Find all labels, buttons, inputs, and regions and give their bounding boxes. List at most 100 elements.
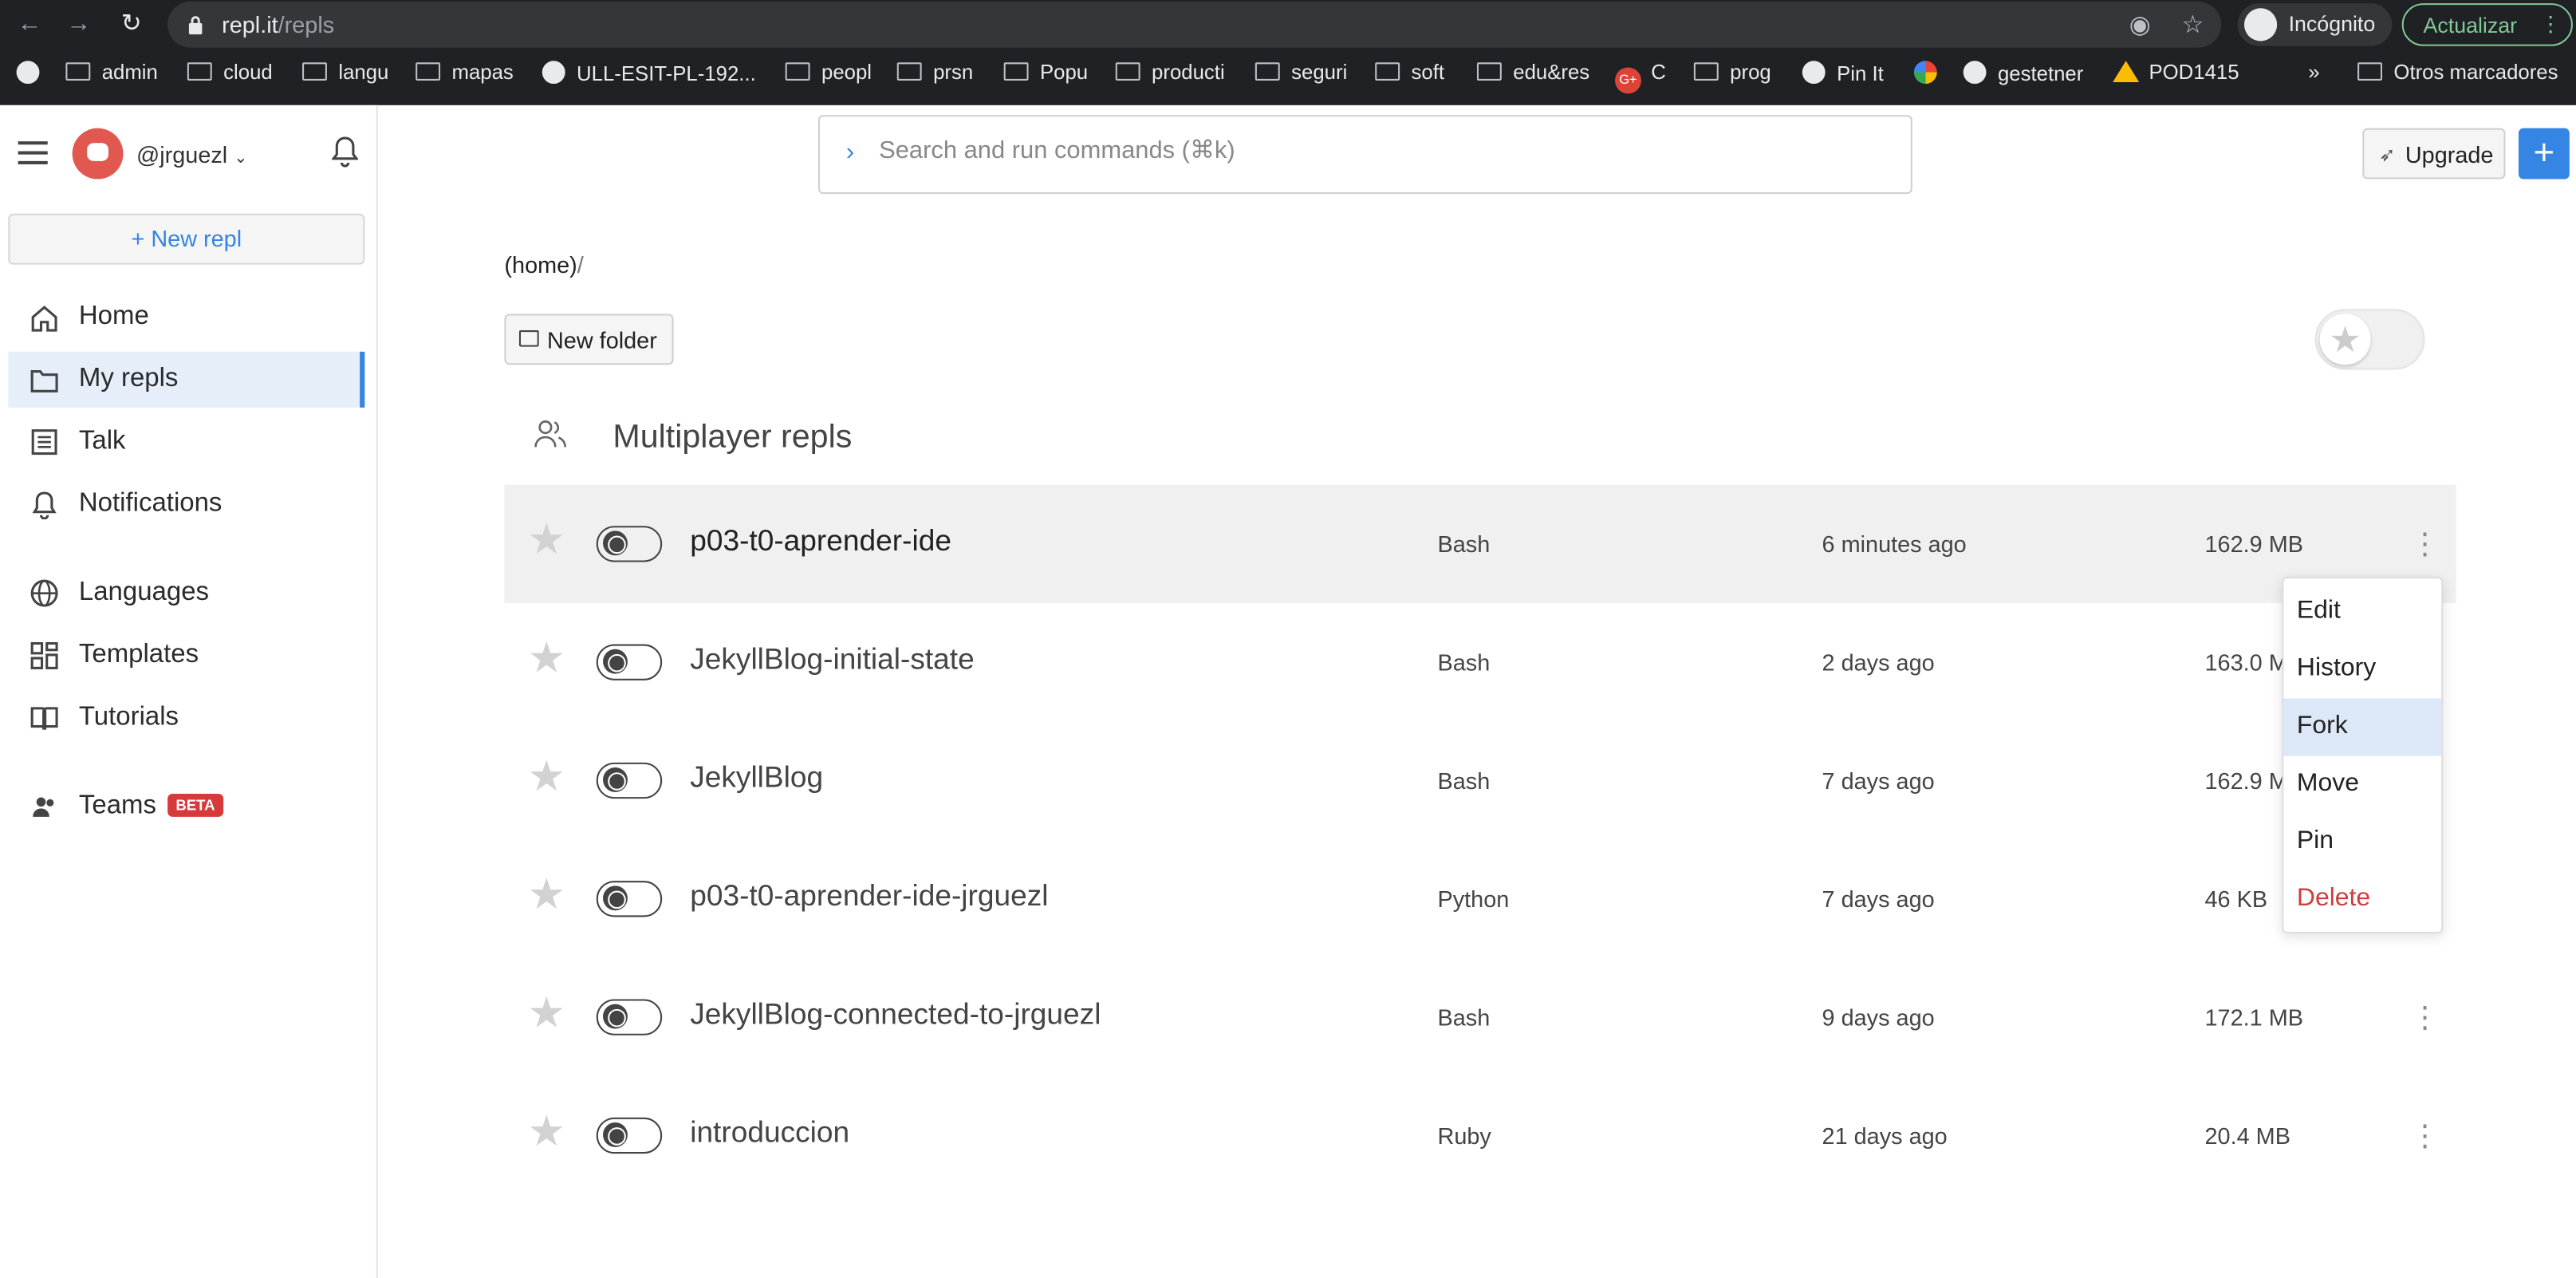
bookmark-item[interactable]: mapas [416,61,514,90]
repl-name[interactable]: JekyllBlog [690,761,823,795]
context-menu-item-fork[interactable]: Fork [2283,698,2442,756]
repl-name[interactable]: p03-t0-aprender-ide-jrguezl [690,879,1048,913]
context-menu-item-delete[interactable]: Delete [2283,871,2441,929]
back-icon[interactable]: ← [13,8,45,41]
bookmarks-overflow[interactable]: » [2308,61,2319,90]
bookmark-item[interactable]: prsn [896,61,974,90]
address-bar[interactable]: repl.it/repls ◉ ☆ [167,2,2222,48]
repl-name[interactable]: introduccion [690,1116,849,1150]
breadcrumb-home[interactable]: (home) [504,251,577,278]
star-icon[interactable]: ★ [527,633,565,682]
command-bar[interactable]: › [817,115,1912,195]
search-input[interactable] [879,136,1865,164]
visibility-toggle[interactable] [596,999,663,1035]
bookmark-item[interactable]: producti [1115,61,1225,90]
sidebar-item-teams[interactable]: Teams BETA [8,779,364,834]
update-button[interactable]: Actualizar ⋮ [2401,3,2573,46]
visibility-toggle[interactable] [596,881,663,917]
bookmark-item[interactable]: edu&res [1476,61,1589,90]
bookmark-item[interactable]: cloud [187,61,273,90]
eye-icon[interactable]: ◉ [2129,10,2151,39]
visibility-toggle[interactable] [596,1117,663,1154]
bookmark-item[interactable]: Pin It [1802,61,1884,90]
update-label: Actualizar [2423,13,2518,38]
more-vert-icon[interactable]: ⋮ [2410,994,2440,1040]
repl-row[interactable]: ★ JekyllBlog-connected-to-jrguezl Bash 9 da… [504,958,2456,1076]
incognito-indicator[interactable]: Incógnito [2237,3,2393,46]
more-vert-icon[interactable]: ⋮ [2410,1113,2440,1159]
repl-row[interactable]: ★ introduccion Ruby 21 days ago 20.4 MB ⋮ [504,1076,2456,1194]
bookmark-label: peopl [821,61,872,85]
context-menu-label: Fork [2296,711,2348,740]
reload-icon[interactable]: ↻ [115,8,148,41]
sidebar-item-label: Tutorials [78,703,179,732]
context-menu-item-history[interactable]: History [2283,641,2441,698]
context-menu-item-edit[interactable]: Edit [2283,583,2441,641]
repl-row[interactable]: ★ p03-t0-aprender-ide-jrguezl Python 7 days… [504,840,2456,958]
repl-row[interactable]: ★ JekyllBlog Bash 7 days ago 162.9 M [504,721,2456,839]
repl-size: 20.4 MB [2204,1122,2290,1149]
repl-language: Bash [1437,649,1491,676]
star-icon[interactable]: ★ [527,870,565,919]
avatar[interactable] [72,128,124,179]
repl-language: Bash [1437,531,1491,558]
new-repl-button[interactable]: + New repl [8,213,365,265]
bell-icon[interactable] [332,135,359,168]
menu-icon[interactable] [18,141,48,164]
username-dropdown[interactable]: @jrguezl ⌄ [136,141,248,168]
sidebar-item-talk[interactable]: Talk [8,414,364,470]
folder-plus-icon [518,330,539,347]
bookmark-item[interactable]: Popu [1003,61,1088,90]
bookmark-item[interactable]: prog [1693,61,1771,90]
repl-name[interactable]: JekyllBlog-initial-state [690,642,975,676]
sidebar-item-templates[interactable]: Templates [8,628,364,684]
forward-icon[interactable]: → [62,8,95,41]
bookmark-item[interactable]: gestetner [1963,61,2083,90]
other-bookmarks[interactable]: Otros marcadores [2357,61,2558,90]
sidebar-item-my-repls[interactable]: My repls [8,351,365,408]
star-bookmark-icon[interactable]: ☆ [2182,10,2204,39]
more-vert-icon[interactable]: ⋮ [2540,11,2562,37]
bookmark-item[interactable]: seguri [1255,61,1347,90]
star-icon[interactable]: ★ [527,988,565,1037]
bookmark-item[interactable]: peopl [785,61,872,90]
bookmark-item[interactable]: G+ C [1614,61,1666,94]
visibility-toggle[interactable] [596,762,663,799]
new-folder-button[interactable]: New folder [504,314,674,365]
context-menu-item-pin[interactable]: Pin [2283,814,2441,871]
repl-name[interactable]: JekyllBlog-connected-to-jrguezl [690,997,1101,1031]
repl-row[interactable]: ★ JekyllBlog-initial-state Bash 2 days ago 1… [504,603,2456,721]
visibility-toggle[interactable] [596,644,663,680]
repl-name[interactable]: p03-t0-aprender-ide [690,524,951,558]
visibility-toggle[interactable] [596,526,663,562]
globe-icon [603,1004,628,1029]
bookmarks-globe-icon[interactable] [16,61,51,90]
repl-updated: 7 days ago [1822,767,1935,794]
sidebar-item-notifications[interactable]: Notifications [8,476,364,532]
folder-icon [896,62,922,81]
create-button[interactable]: + [2518,128,2570,179]
sidebar-item-languages[interactable]: Languages [8,566,364,621]
bookmark-label: prsn [933,61,974,85]
home-icon [31,306,57,332]
repl-row[interactable]: ★ p03-t0-aprender-ide Bash 6 minutes ago 162… [504,484,2456,604]
bookmark-label: cloud [223,61,273,85]
bookmark-item[interactable] [1913,61,1950,90]
upgrade-button[interactable]: ➶ Upgrade [2362,128,2506,179]
bookmark-item[interactable]: admin [65,61,158,90]
bookmark-item[interactable]: ULL-ESIT-PL-192... [542,61,756,90]
lock-icon [188,16,203,35]
starred-filter-toggle[interactable]: ★ [2314,309,2425,370]
bookmark-item[interactable]: soft [1375,61,1444,90]
sidebar-item-home[interactable]: Home [8,290,364,345]
star-icon[interactable]: ★ [527,515,565,564]
bookmark-label: Pin It [1837,62,1884,86]
more-vert-icon[interactable]: ⋮ [2410,521,2440,567]
star-icon[interactable]: ★ [527,1106,565,1155]
sidebar-item-tutorials[interactable]: Tutorials [8,690,364,746]
bookmark-item[interactable]: langu [302,61,388,90]
context-menu-item-move[interactable]: Move [2283,756,2441,814]
repl-language: Ruby [1437,1122,1491,1149]
bookmark-item[interactable]: POD1415 [2113,61,2239,90]
star-icon[interactable]: ★ [527,751,565,800]
